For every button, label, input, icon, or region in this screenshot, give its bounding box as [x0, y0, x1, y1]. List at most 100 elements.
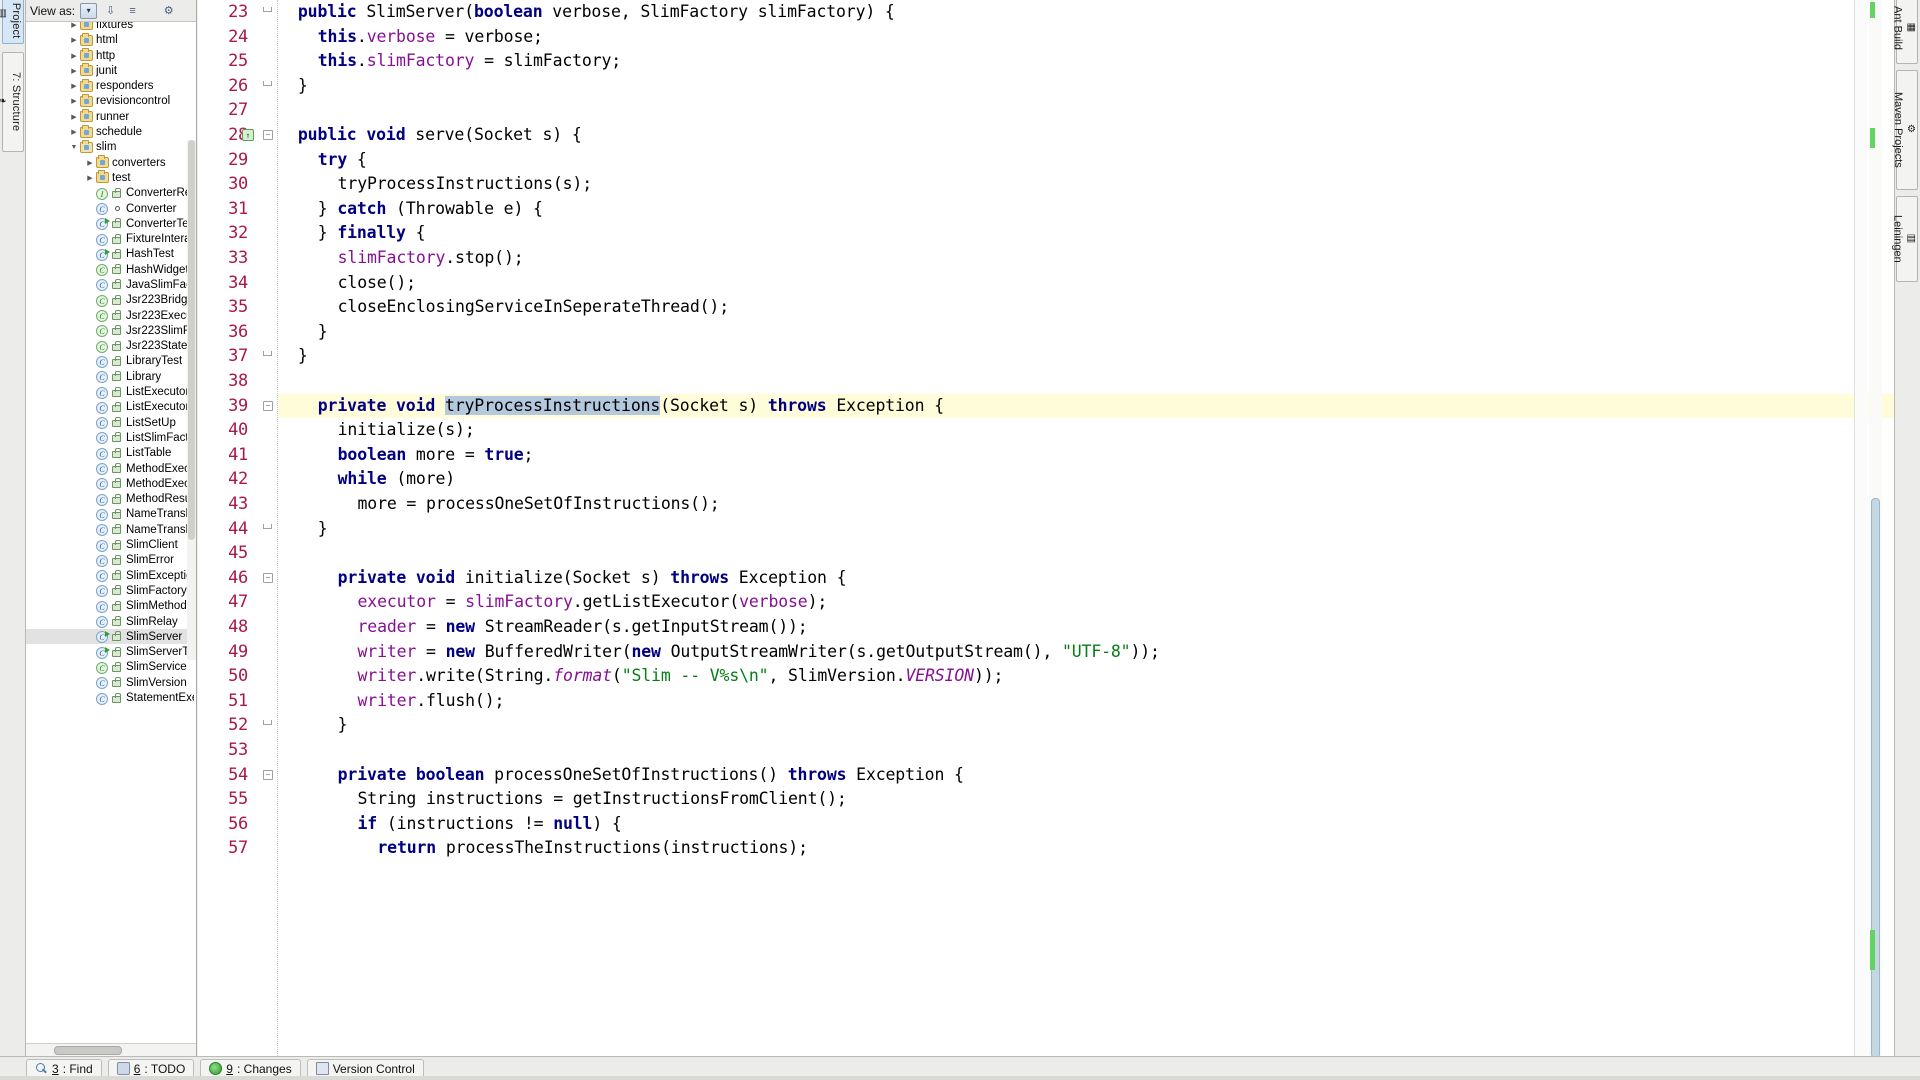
tree-item[interactable]: ▶ fixtures — [26, 22, 196, 33]
tree-item[interactable]: ▶ junit — [26, 63, 196, 78]
tool-tab-maven-projects[interactable]: ⚙ Maven Projects — [1892, 70, 1918, 190]
tree-item[interactable]: C Converter — [26, 201, 196, 216]
vcs-change-marker[interactable] — [1870, 930, 1875, 970]
code-line[interactable]: try { — [318, 148, 367, 173]
twisty-collapsed-icon[interactable]: ▶ — [84, 159, 96, 167]
code-line[interactable]: private void initialize(Socket s) throws… — [338, 566, 847, 591]
editor-vertical-scrollbar[interactable] — [1869, 0, 1882, 1056]
fold-collapse-icon[interactable]: − — [263, 400, 273, 411]
tree-item[interactable]: C HashWidget — [26, 262, 196, 277]
tree-item[interactable]: C LibraryTest — [26, 354, 196, 369]
code-line[interactable]: reader = new StreamReader(s.getInputStre… — [358, 615, 808, 640]
tool-tab-ant-build[interactable]: ▦ Ant Build — [1892, 0, 1918, 64]
tree-item[interactable]: C SlimRelay — [26, 614, 196, 629]
code-line[interactable]: writer = new BufferedWriter(new OutputSt… — [358, 640, 1160, 665]
code-line[interactable]: writer.flush(); — [358, 689, 505, 714]
tree-item[interactable]: ▶ responders — [26, 78, 196, 93]
code-line[interactable]: return processTheInstructions(instructio… — [377, 836, 808, 861]
tree-item[interactable]: C Jsr223SlimFactory — [26, 323, 196, 338]
collapse-all-icon[interactable]: ⇩ — [102, 3, 119, 19]
twisty-collapsed-icon[interactable]: ▶ — [68, 82, 80, 90]
code-line[interactable]: } — [298, 74, 308, 99]
tree-item[interactable]: C ListSetUp — [26, 415, 196, 430]
twisty-collapsed-icon[interactable]: ▶ — [68, 113, 80, 121]
fold-end-icon[interactable] — [263, 720, 273, 731]
code-line[interactable]: if (instructions != null) { — [358, 812, 622, 837]
code-line[interactable]: close(); — [338, 271, 416, 296]
code-line[interactable]: private boolean processOneSetOfInstructi… — [338, 763, 964, 788]
code-line[interactable]: private void tryProcessInstructions(Sock… — [318, 394, 944, 419]
tree-item[interactable]: ▶ converters — [26, 155, 196, 170]
code-line[interactable]: this.verbose = verbose; — [318, 25, 543, 50]
tree-item[interactable]: C ListExecutorTest — [26, 400, 196, 415]
tree-item[interactable]: ▼ slim — [26, 139, 196, 155]
code-line[interactable]: public SlimServer(boolean verbose, SlimF… — [298, 0, 895, 25]
tree-item[interactable]: C NameTranslatorTest — [26, 522, 196, 537]
code-line[interactable]: more = processOneSetOfInstructions(); — [358, 492, 720, 517]
code-line[interactable]: } finally { — [318, 221, 426, 246]
code-line[interactable]: initialize(s); — [338, 418, 475, 443]
tool-tab-project[interactable]: 1: Project ▥ — [0, 0, 24, 44]
tree-item[interactable]: C SlimError — [26, 553, 196, 568]
code-line[interactable]: } — [318, 320, 328, 345]
vcs-change-marker[interactable] — [1870, 128, 1875, 148]
vcs-change-marker[interactable] — [1870, 2, 1875, 18]
code-line[interactable]: } — [318, 517, 328, 542]
tree-item[interactable]: C SlimService — [26, 660, 196, 675]
code-line[interactable]: this.slimFactory = slimFactory; — [318, 49, 621, 74]
scrollbar-thumb[interactable] — [1871, 498, 1880, 1056]
fold-end-icon[interactable] — [263, 7, 273, 17]
code-line[interactable]: public void serve(Socket s) { — [298, 123, 582, 148]
tree-item[interactable]: C ListExecutor — [26, 384, 196, 399]
twisty-collapsed-icon[interactable]: ▶ — [68, 22, 80, 29]
tree-item[interactable]: C SlimVersion — [26, 675, 196, 690]
fold-end-icon[interactable] — [263, 80, 273, 91]
tree-item[interactable]: C SlimServerTest — [26, 644, 196, 659]
source-code[interactable]: public SlimServer(boolean verbose, SlimF… — [278, 0, 1834, 1056]
tree-item[interactable]: C ConverterTest — [26, 216, 196, 231]
fold-collapse-icon[interactable]: − — [263, 130, 273, 140]
tree-item[interactable]: C Jsr223Statement — [26, 339, 196, 354]
tree-item[interactable]: ▶ test — [26, 170, 196, 185]
fold-collapse-icon[interactable]: − — [263, 572, 273, 583]
twisty-collapsed-icon[interactable]: ▶ — [84, 174, 96, 182]
project-tree-scrollbar[interactable] — [187, 140, 196, 660]
code-line[interactable]: } — [298, 344, 308, 369]
twisty-collapsed-icon[interactable]: ▶ — [68, 52, 80, 60]
code-line[interactable]: closeEnclosingServiceInSeperateThread(); — [338, 295, 730, 320]
fold-collapse-icon[interactable]: − — [263, 769, 273, 780]
code-line[interactable]: } catch (Throwable e) { — [318, 197, 543, 222]
tree-item[interactable]: C SlimFactory — [26, 583, 196, 598]
hscrollbar-thumb[interactable] — [54, 1046, 122, 1055]
tree-item[interactable]: C ListTable — [26, 446, 196, 461]
project-tree-hscrollbar[interactable] — [26, 1043, 196, 1056]
tree-item[interactable]: C Jsr223Bridge — [26, 293, 196, 308]
tree-item[interactable]: C StatementExecutor — [26, 690, 196, 705]
tree-item[interactable]: C MethodExecutorTest — [26, 476, 196, 491]
code-line[interactable]: } — [338, 713, 348, 738]
tool-tab-leiningen[interactable]: ▤ Leiningen — [1892, 196, 1918, 282]
twisty-collapsed-icon[interactable]: ▶ — [68, 36, 80, 44]
code-line[interactable]: slimFactory.stop(); — [338, 246, 524, 271]
tree-item[interactable]: C HashTest — [26, 247, 196, 262]
tool-tab-structure[interactable]: 7: Structure ❧ — [0, 52, 24, 152]
tree-item[interactable]: C SlimClient — [26, 537, 196, 552]
project-tree[interactable]: ▶components▶fixtures▶html▶http▶junit▶res… — [26, 22, 196, 1043]
code-line[interactable]: boolean more = true; — [338, 443, 534, 468]
code-line[interactable]: writer.write(String.format("Slim -- V%s\… — [358, 664, 1004, 689]
tree-item[interactable]: C ListSlimFactory — [26, 430, 196, 445]
sort-icon[interactable]: ≡ — [124, 3, 141, 19]
tree-item[interactable]: C NameTranslator — [26, 507, 196, 522]
tree-item[interactable]: C MethodResult — [26, 492, 196, 507]
tree-item[interactable]: ▶ http — [26, 48, 196, 63]
tree-item[interactable]: ▶ schedule — [26, 124, 196, 139]
tree-item[interactable]: C Jsr223Executor — [26, 308, 196, 323]
tree-item[interactable]: C SlimServer — [26, 629, 196, 645]
twisty-collapsed-icon[interactable]: ▶ — [68, 97, 80, 105]
code-line[interactable]: String instructions = getInstructionsFro… — [358, 787, 847, 812]
overriding-method-icon[interactable]: ↑ — [242, 129, 254, 141]
code-folding-gutter[interactable]: − ↑ − − − — [242, 0, 278, 1056]
code-line[interactable]: tryProcessInstructions(s); — [338, 172, 593, 197]
twisty-collapsed-icon[interactable]: ▶ — [68, 67, 80, 75]
error-stripe[interactable] — [1854, 0, 1868, 1056]
